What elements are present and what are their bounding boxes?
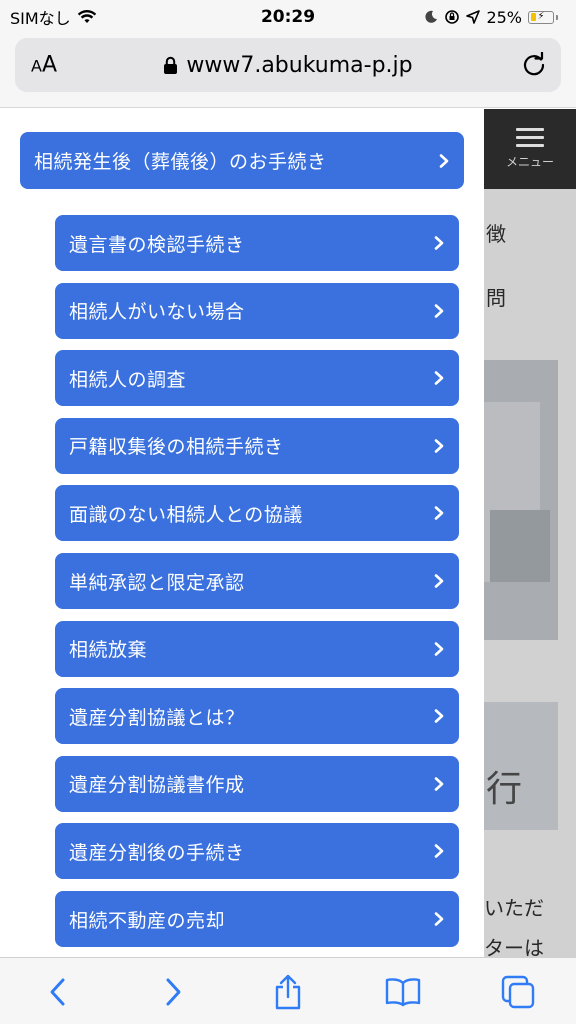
navigation-drawer: 相続発生後（葬儀後）のお手続き 遺言書の検認手続き 相続人がいない場合 相続人の調査… xyxy=(0,109,484,957)
menu-item-after-inheritance[interactable]: 相続発生後（葬儀後）のお手続き xyxy=(20,132,464,189)
address-bar[interactable]: AA www7.abukuma-p.jp xyxy=(15,38,561,92)
submenu-item-label: 相続人の調査 xyxy=(69,368,187,391)
clock: 20:29 xyxy=(260,7,316,27)
chevron-right-icon xyxy=(166,978,181,1006)
submenu-item-label: 遺言書の検認手続き xyxy=(69,233,245,256)
browser-screen: SIMなし 20:29 25% ⚡ AA www7.abukuma-p.jp 徴… xyxy=(0,0,576,1024)
chevron-right-icon xyxy=(434,236,444,250)
submenu-item[interactable]: 相続不動産の売却 xyxy=(55,891,459,947)
menu-toggle-button[interactable]: メニュー xyxy=(484,109,576,189)
submenu-item-label: 相続人がいない場合 xyxy=(69,301,245,324)
moon-icon xyxy=(425,10,438,23)
submenu-item[interactable]: 遺産分割協議書作成 xyxy=(55,755,459,812)
chevron-right-icon xyxy=(434,371,444,385)
chevron-right-icon xyxy=(434,438,444,453)
battery-percent: 25% xyxy=(486,7,522,27)
chevron-right-icon xyxy=(434,912,444,926)
drawer-backdrop[interactable] xyxy=(484,109,576,957)
chevron-right-icon xyxy=(434,776,444,791)
chevron-right-icon xyxy=(439,153,449,168)
reload-icon[interactable] xyxy=(521,52,547,78)
location-icon xyxy=(466,10,481,24)
browser-toolbar xyxy=(0,957,576,1024)
submenu-item[interactable]: 遺言書の検認手続き xyxy=(55,215,459,271)
submenu-item[interactable]: 遺産分割協議とは？ xyxy=(55,688,459,745)
hamburger-icon xyxy=(516,128,544,147)
battery-icon: ⚡ xyxy=(528,10,558,24)
status-bar: SIMなし 20:29 25% ⚡ xyxy=(0,0,576,34)
submenu-item-label: 遺産分割協議書作成 xyxy=(69,774,245,797)
menu-item-label: 相続発生後（葬儀後）のお手続き xyxy=(34,151,327,173)
submenu-item-label: 面識のない相続人との協議 xyxy=(69,503,303,526)
chevron-right-icon xyxy=(434,303,444,318)
forward-button[interactable] xyxy=(153,972,193,1012)
submenu-item[interactable]: 戸籍収集後の相続手続き xyxy=(55,417,459,474)
book-icon xyxy=(385,978,421,1007)
submenu-item-label: 相続放棄 xyxy=(69,639,148,662)
url-text: www7.abukuma-p.jp xyxy=(186,52,413,78)
submenu-item[interactable]: 相続人がいない場合 xyxy=(55,282,459,339)
browser-top-bar: AA www7.abukuma-p.jp xyxy=(0,34,576,108)
submenu-item[interactable]: 単純承認と限定承認 xyxy=(55,553,459,609)
back-button[interactable] xyxy=(38,972,78,1012)
wifi-icon xyxy=(77,9,96,23)
submenu-item[interactable]: 相続人の調査 xyxy=(55,350,459,407)
submenu-item-label: 遺産分割後の手続き xyxy=(69,841,245,864)
chevron-right-icon xyxy=(434,574,444,588)
chevron-right-icon xyxy=(434,709,444,723)
submenu-item[interactable]: 遺産分割後の手続き xyxy=(55,823,459,880)
chevron-right-icon xyxy=(434,641,444,656)
submenu-item[interactable]: 面識のない相続人との協議 xyxy=(55,485,459,542)
share-icon xyxy=(275,974,301,1010)
bookmarks-button[interactable] xyxy=(383,972,423,1012)
submenu-item-label: 遺産分割協議とは？ xyxy=(69,706,245,729)
menu-label: メニュー xyxy=(505,155,554,169)
tabs-button[interactable] xyxy=(498,972,538,1012)
submenu-item[interactable]: 相続放棄 xyxy=(55,620,459,677)
share-button[interactable] xyxy=(268,972,308,1012)
lock-icon xyxy=(164,56,178,74)
carrier-label: SIMなし xyxy=(10,9,71,28)
submenu-item-label: 相続不動産の売却 xyxy=(69,909,226,932)
chevron-left-icon xyxy=(50,978,65,1006)
reader-settings-button[interactable]: AA xyxy=(31,53,57,78)
submenu-item-label: 単純承認と限定承認 xyxy=(69,571,245,594)
submenu-item-label: 戸籍収集後の相続手続き xyxy=(69,436,284,459)
tabs-icon xyxy=(502,975,535,1009)
chevron-right-icon xyxy=(434,844,444,859)
chevron-right-icon xyxy=(434,506,444,521)
orientation-lock-icon xyxy=(445,10,460,24)
